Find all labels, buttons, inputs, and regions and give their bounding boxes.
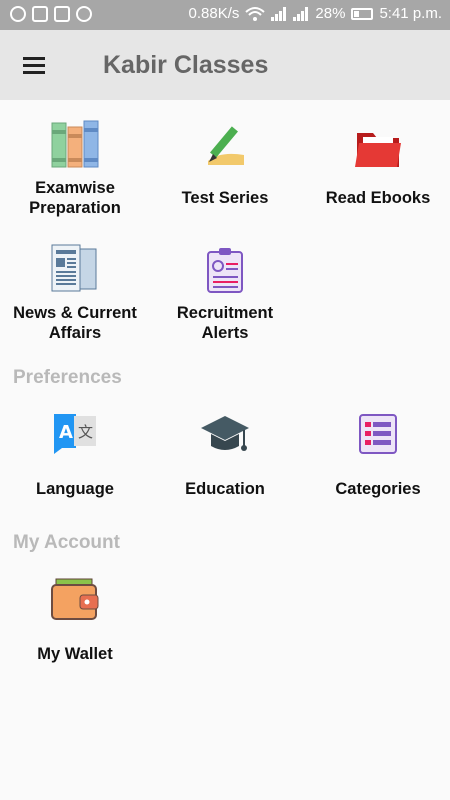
tile-label: Read Ebooks [325, 189, 431, 207]
tile-label: Recruitment Alerts [176, 304, 274, 342]
tile-examwise-preparation[interactable]: Examwise Preparation [0, 115, 150, 225]
tile-test-series[interactable]: Test Series [150, 115, 300, 225]
wifi-icon [245, 6, 266, 21]
tile-my-wallet[interactable]: My Wallet [0, 570, 150, 670]
signal-icon [271, 6, 287, 21]
svg-text:A: A [59, 422, 73, 443]
tile-language[interactable]: A 文 Language [0, 405, 150, 505]
battery-percent: 28% [315, 5, 346, 22]
preferences-header: Preferences [13, 367, 122, 388]
app-title: Kabir Classes [103, 51, 269, 79]
translate-icon: A 文 [54, 414, 96, 454]
tile-label: Language [36, 480, 114, 498]
emoji-icon [76, 6, 92, 22]
tile-label: Education [185, 480, 265, 498]
tile-label: My Wallet [37, 645, 113, 663]
whatsapp-icon [10, 6, 26, 22]
pencil-writing-icon [208, 126, 244, 165]
network-speed: 0.88K/s [188, 5, 240, 22]
tile-recruitment-alerts[interactable]: Recruitment Alerts [150, 240, 300, 350]
tile-categories[interactable]: Categories [303, 405, 450, 505]
graduation-cap-icon [201, 416, 249, 451]
signal-icon-2 [293, 6, 309, 21]
status-right: 0.88K/s 28% 5:41 p.m. [189, 5, 442, 22]
tile-label: News & Current Affairs [13, 304, 137, 342]
wallet-icon [51, 578, 99, 620]
svg-text:文: 文 [78, 423, 93, 441]
tile-news-current-affairs[interactable]: News & Current Affairs [0, 240, 150, 350]
red-folder-icon [355, 133, 401, 167]
id-clipboard-icon [207, 248, 243, 293]
tile-label: Categories [335, 480, 421, 498]
status-bar: 0.88K/s 28% 5:41 p.m. [0, 0, 450, 30]
hamburger-menu-icon[interactable] [18, 52, 50, 78]
tile-label: Test Series [181, 189, 269, 207]
clock: 5:41 p.m. [379, 5, 442, 22]
app-bar: Kabir Classes [0, 30, 450, 100]
tile-read-ebooks[interactable]: Read Ebooks [303, 115, 450, 225]
tile-education[interactable]: Education [150, 405, 300, 505]
newspaper-icon [51, 244, 97, 292]
notification-icons [10, 6, 92, 22]
tile-label: Examwise Preparation [29, 179, 121, 217]
books-icon [51, 120, 99, 168]
my-account-header: My Account [13, 532, 120, 553]
battery-icon [351, 7, 374, 20]
gmail-icon [54, 6, 70, 22]
list-icon [359, 414, 397, 454]
image-icon [32, 6, 48, 22]
